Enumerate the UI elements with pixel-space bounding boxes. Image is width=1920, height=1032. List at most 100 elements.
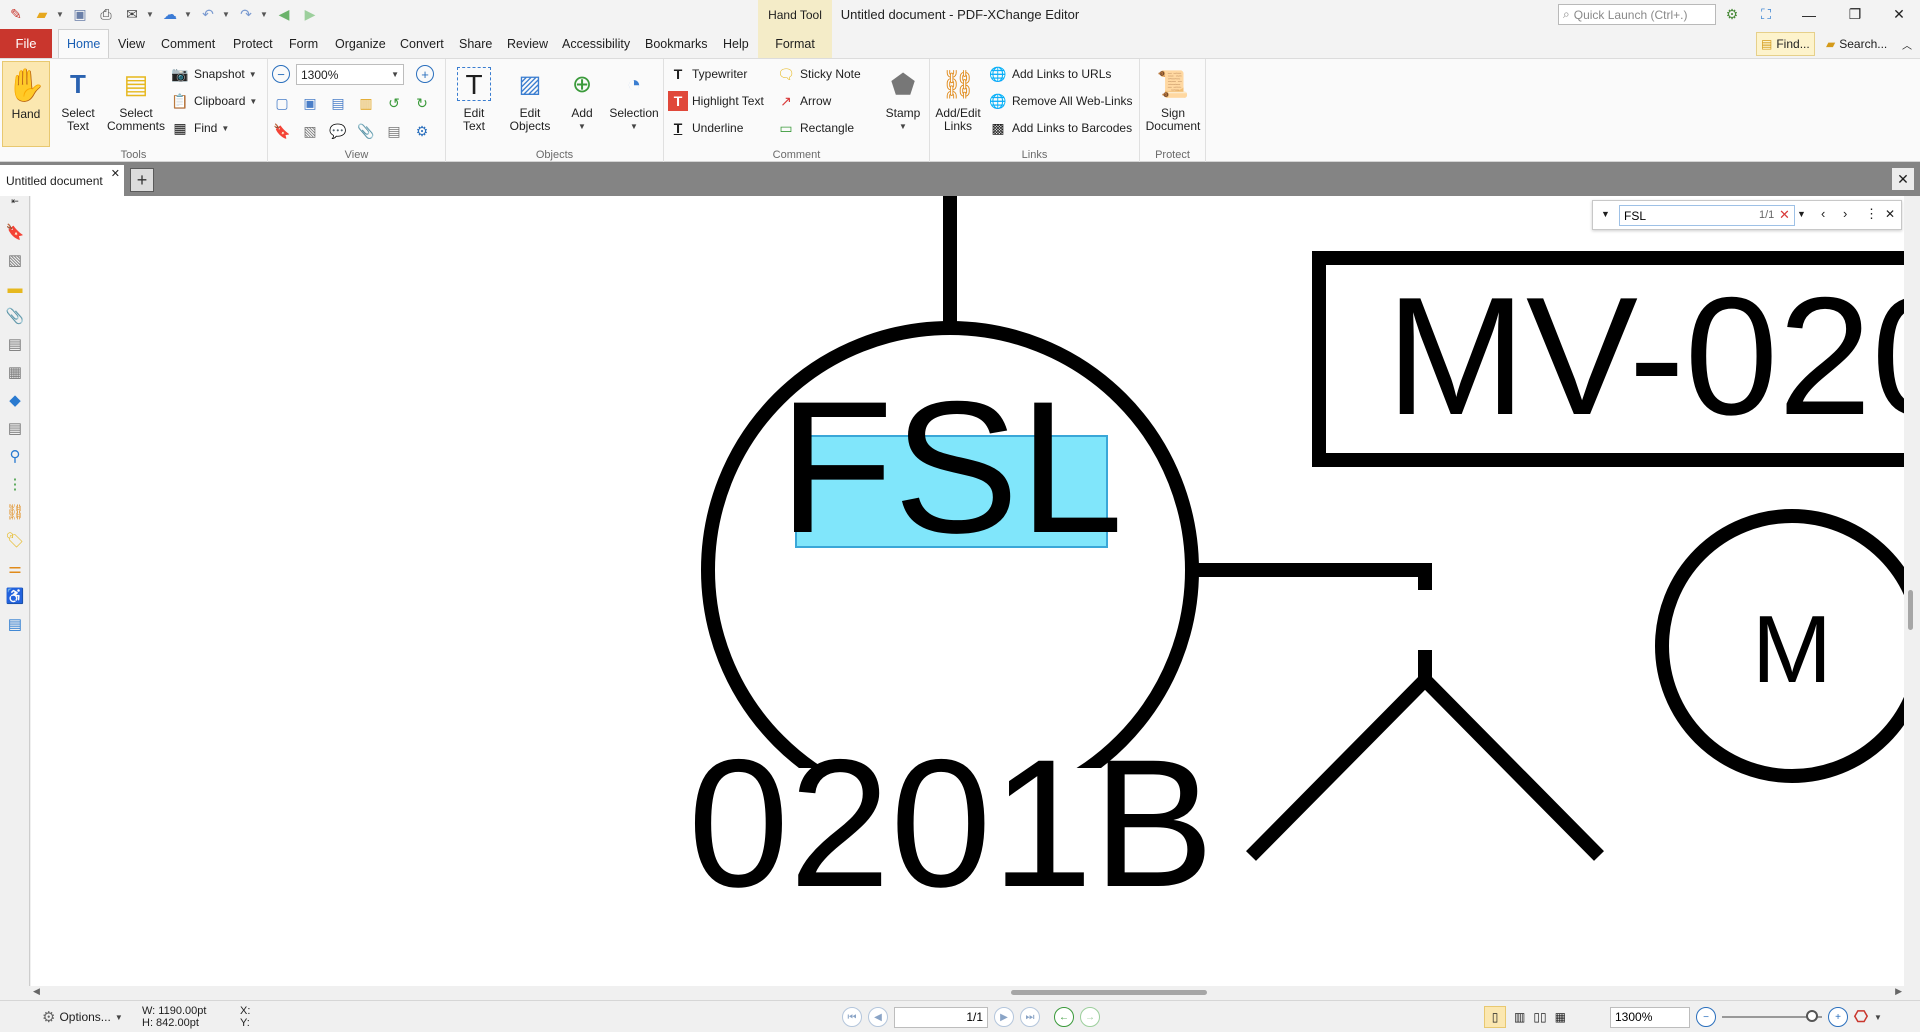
add-links-urls-button[interactable]: 🌐 Add Links to URLs [988,63,1111,85]
edit-objects-button[interactable]: ▨ Edit Objects [502,63,558,133]
customize-icon[interactable]: ⚙ [1720,3,1744,25]
tab-protect[interactable]: Protect [233,29,273,58]
previous-page-icon[interactable]: ◀ [868,1007,888,1027]
close-tab-icon[interactable]: ✕ [111,167,120,180]
continuous-page-icon[interactable]: ▥ [1514,1010,1525,1024]
add-links-barcodes-button[interactable]: ▩ Add Links to Barcodes [988,117,1132,139]
snapshot-button[interactable]: 📷 Snapshot ▼ [170,63,256,85]
find-previous-icon[interactable]: ‹ [1821,206,1825,221]
bookmarks-pane-icon[interactable]: 🔖 [5,222,25,242]
collapse-ribbon-icon[interactable]: ︿ [1902,37,1912,52]
fullscreen-icon[interactable]: ⛶ [1754,3,1778,25]
collapse-sidebar-icon[interactable]: ⇤ [5,196,25,206]
clear-find-icon[interactable]: ✕ [1779,207,1790,223]
properties-pane-icon[interactable]: ▤ [5,334,25,354]
attachments-view-icon[interactable]: 📎 [356,121,376,141]
tab-view[interactable]: View [118,29,145,58]
tags-pane-icon[interactable]: 🏷 [5,530,25,550]
find-button[interactable]: ▤ Find... [1756,32,1815,56]
last-page-icon[interactable]: ⏭ [1020,1007,1040,1027]
zoom-out-icon[interactable]: − [272,65,290,83]
previous-view-icon[interactable]: ← [1054,1007,1074,1027]
new-tab-button[interactable]: + [130,168,154,192]
select-text-button[interactable]: T Select Text [54,63,102,133]
restore-button[interactable]: ❐ [1832,0,1878,29]
structure-pane-icon[interactable]: ⋮ [5,474,25,494]
rotate-right-icon[interactable]: ↻ [412,93,432,113]
comments-view-icon[interactable]: 💬 [328,121,348,141]
add-edit-links-button[interactable]: ⛓ Add/Edit Links [932,63,984,133]
rectangle-button[interactable]: ▭ Rectangle [776,117,854,139]
zoom-out-status-icon[interactable]: − [1696,1007,1716,1027]
tab-review[interactable]: Review [507,29,548,58]
page-number-input[interactable] [894,1006,988,1028]
zoom-combo-status[interactable] [1610,1006,1690,1028]
first-page-icon[interactable]: ⏮ [842,1007,862,1027]
zoom-in-status-icon[interactable]: + [1828,1007,1848,1027]
zoom-slider[interactable] [1722,1010,1822,1022]
fit-visible-icon[interactable]: ▥ [356,93,376,113]
clipboard-button[interactable]: 📋 Clipboard ▼ [170,90,257,112]
underline-button[interactable]: T Underline [668,117,744,139]
scroll-right-icon[interactable]: ▶ [1895,986,1902,997]
document-viewport[interactable]: FSL 0201B MV-020 M [31,196,1904,986]
accessibility-pane-icon[interactable]: ♿ [5,586,25,606]
fit-width-icon[interactable]: ▤ [328,93,348,113]
comments-pane-icon[interactable]: ▬ [5,278,25,298]
edit-text-button[interactable]: T Edit Text [448,63,500,133]
arrow-button[interactable]: ↗ Arrow [776,90,831,112]
close-document-button[interactable]: ✕ [1892,168,1914,190]
add-button[interactable]: ⊕ Add ▼ [558,63,606,133]
options-button[interactable]: ⚙ Options... ▼ [42,1001,123,1032]
horizontal-scrollbar[interactable]: ◀ ▶ [31,986,1904,1000]
tab-share[interactable]: Share [459,29,492,58]
rotate-left-icon[interactable]: ↺ [384,93,404,113]
attachments-pane-icon[interactable]: 📎 [5,306,25,326]
zoom-input[interactable] [1610,1006,1690,1028]
vertical-scrollbar[interactable] [1904,196,1920,986]
close-find-icon[interactable]: ✕ [1885,207,1895,221]
tab-comment[interactable]: Comment [161,29,215,58]
find-next-icon[interactable]: › [1843,206,1847,221]
next-view-icon[interactable]: → [1080,1007,1100,1027]
tab-convert[interactable]: Convert [400,29,444,58]
hand-button[interactable]: ✋ Hand [2,61,50,147]
select-comments-button[interactable]: ▤ Select Comments [106,63,166,133]
order-pane-icon[interactable]: ⚌ [5,558,25,578]
sticky-note-button[interactable]: 🗨 Sticky Note [776,63,861,85]
tab-help[interactable]: Help [723,29,749,58]
scroll-left-icon[interactable]: ◀ [33,986,40,997]
facing-pages-icon[interactable]: ▯▯ [1533,1010,1546,1024]
find-history-chevron-icon[interactable]: ▼ [1797,209,1806,219]
stamp-button[interactable]: ⬟ Stamp ▼ [878,63,928,133]
remove-web-links-button[interactable]: 🌐 Remove All Web-Links [988,90,1132,112]
tab-organize[interactable]: Organize [335,29,386,58]
minimize-button[interactable]: — [1786,0,1832,29]
properties-view-icon[interactable]: ▤ [384,121,404,141]
chevron-down-icon[interactable]: ▼ [1874,1013,1882,1022]
thumbnails-pane-icon[interactable]: ▧ [5,250,25,270]
find-more-icon[interactable]: ⋮ [1865,206,1878,222]
tab-form[interactable]: Form [289,29,318,58]
fit-page-icon[interactable]: ▣ [300,93,320,113]
links-pane-icon[interactable]: ⛓ [5,502,25,522]
find-tool-button[interactable]: ▦ Find ▼ [170,117,229,139]
tab-accessibility[interactable]: Accessibility [562,29,630,58]
horizontal-scroll-thumb[interactable] [1011,990,1207,995]
quick-launch-input[interactable]: ⌕ Quick Launch (Ctrl+.) [1558,4,1716,25]
next-page-icon[interactable]: ▶ [994,1007,1014,1027]
signatures-pane-icon[interactable]: ▦ [5,362,25,382]
continuous-facing-icon[interactable]: ▦ [1555,1010,1566,1024]
search-button[interactable]: ▰ Search... [1822,32,1891,56]
zoom-slider-thumb[interactable] [1806,1010,1818,1022]
tab-home[interactable]: Home [58,29,110,58]
typewriter-button[interactable]: T Typewriter [668,63,748,85]
tab-format[interactable]: Format [758,29,832,58]
selection-button[interactable]: ◔ Selection ▼ [606,63,662,133]
bookmarks-view-icon[interactable]: 🔖 [272,121,292,141]
highlight-text-button[interactable]: T Highlight Text [668,90,764,112]
settings-view-icon[interactable]: ⚙ [412,121,432,141]
document-tab[interactable]: Untitled document ✕ [0,165,124,196]
close-window-button[interactable]: ✕ [1876,0,1920,29]
vertical-scroll-thumb[interactable] [1908,590,1913,630]
